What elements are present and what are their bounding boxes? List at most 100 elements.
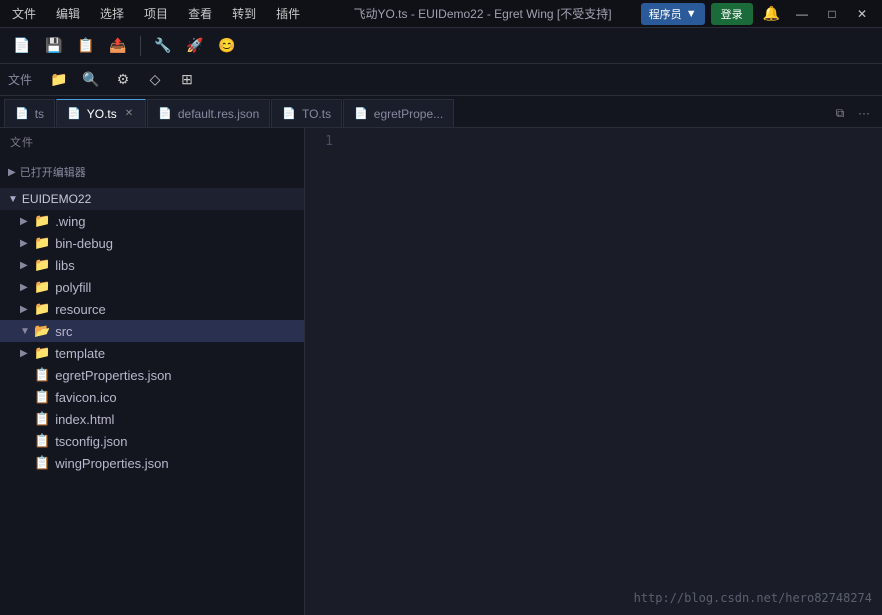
- editor-area: 1 http://blog.csdn.net/hero82748274: [305, 128, 882, 615]
- close-button[interactable]: ✕: [850, 4, 874, 24]
- tsconfig-label: tsconfig.json: [55, 434, 127, 449]
- menu-file[interactable]: 文件: [8, 3, 40, 24]
- tab-egret-prop-icon: 📄: [354, 107, 368, 120]
- new-folder-btn[interactable]: 📁: [46, 67, 72, 93]
- menu-select[interactable]: 选择: [96, 3, 128, 24]
- tree-item-libs[interactable]: ▶ 📁 libs: [0, 254, 304, 276]
- line-numbers: 1: [305, 132, 341, 611]
- tree-item-index-html[interactable]: 📋 index.html: [0, 408, 304, 430]
- open-editors-arrow: ▶: [8, 167, 16, 178]
- wing-label: .wing: [55, 214, 85, 229]
- menu-project[interactable]: 项目: [140, 3, 172, 24]
- program-button[interactable]: 程序员 ▼: [641, 3, 705, 25]
- template-folder-icon: 📁: [34, 345, 50, 361]
- tab-yo-ts-close[interactable]: ✕: [123, 107, 135, 120]
- main-content: 文件 ▶ 已打开编辑器 ▼ EUIDEMO22 ▶ 📁 .wing ▶ �: [0, 128, 882, 615]
- tab-to-ts[interactable]: 📄 TO.ts: [271, 99, 342, 127]
- toolbar-copy[interactable]: 📋: [72, 32, 100, 60]
- window-title: 飞动YO.ts - EUIDemo22 - Egret Wing [不受支持]: [324, 5, 640, 22]
- sidebar: 文件 ▶ 已打开编辑器 ▼ EUIDEMO22 ▶ 📁 .wing ▶ �: [0, 128, 305, 615]
- wing-properties-icon: 📋: [34, 455, 50, 471]
- diamond-btn[interactable]: ◇: [142, 67, 168, 93]
- title-bar-menu: 文件 编辑 选择 项目 查看 转到 插件: [8, 3, 324, 24]
- tree-item-egret-properties[interactable]: 📋 egretProperties.json: [0, 364, 304, 386]
- src-label: src: [55, 324, 72, 339]
- minimize-button[interactable]: —: [790, 4, 814, 24]
- login-button[interactable]: 登录: [711, 3, 753, 25]
- toolbar-upload[interactable]: 📤: [104, 32, 132, 60]
- code-editor[interactable]: [341, 132, 882, 611]
- project-name: EUIDEMO22: [22, 192, 91, 206]
- polyfill-label: polyfill: [55, 280, 91, 295]
- resource-arrow: ▶: [20, 304, 30, 315]
- title-bar: 文件 编辑 选择 项目 查看 转到 插件 飞动YO.ts - EUIDemo22…: [0, 0, 882, 28]
- tree-item-wing[interactable]: ▶ 📁 .wing: [0, 210, 304, 232]
- tree-item-tsconfig[interactable]: 📋 tsconfig.json: [0, 430, 304, 452]
- resource-folder-icon: 📁: [34, 301, 50, 317]
- tree-item-polyfill[interactable]: ▶ 📁 polyfill: [0, 276, 304, 298]
- tab-yo-ts[interactable]: 📄 YO.ts ✕: [56, 99, 146, 127]
- libs-arrow: ▶: [20, 260, 30, 271]
- tab-to-ts-icon: 📄: [282, 107, 296, 120]
- wing-properties-label: wingProperties.json: [55, 456, 168, 471]
- egret-properties-label: egretProperties.json: [55, 368, 171, 383]
- toolbar-run[interactable]: 🚀: [181, 32, 209, 60]
- line-number-1: 1: [305, 132, 333, 152]
- tab-ts-partial-label: ts: [35, 107, 44, 121]
- toolbar-separator-1: [140, 36, 141, 56]
- tab-default-res[interactable]: 📄 default.res.json: [147, 99, 270, 127]
- toolbar-save[interactable]: 💾: [40, 32, 68, 60]
- index-html-icon: 📋: [34, 411, 50, 427]
- menu-goto[interactable]: 转到: [228, 3, 260, 24]
- polyfill-arrow: ▶: [20, 282, 30, 293]
- file-panel-toolbar: 文件 📁 🔍 ⚙ ◇ ⊞: [0, 64, 882, 96]
- open-editors-label: 已打开编辑器: [20, 164, 86, 180]
- menu-view[interactable]: 查看: [184, 3, 216, 24]
- toolbar-settings[interactable]: 🔧: [149, 32, 177, 60]
- main-toolbar: 📄 💾 📋 📤 🔧 🚀 😊: [0, 28, 882, 64]
- tree-item-favicon[interactable]: 📋 favicon.ico: [0, 386, 304, 408]
- more-tabs-btn[interactable]: ···: [854, 103, 874, 123]
- tabs-bar: 📄 ts 📄 YO.ts ✕ 📄 default.res.json 📄 TO.t…: [0, 96, 882, 128]
- tree-item-src[interactable]: ▼ 📂 src: [0, 320, 304, 342]
- tree-item-template[interactable]: ▶ 📁 template: [0, 342, 304, 364]
- open-editors-section: ▶ 已打开编辑器: [0, 156, 304, 188]
- tree-item-resource[interactable]: ▶ 📁 resource: [0, 298, 304, 320]
- split-editor-btn[interactable]: ⧉: [830, 103, 850, 123]
- template-arrow: ▶: [20, 348, 30, 359]
- tab-default-res-icon: 📄: [158, 107, 172, 120]
- maximize-button[interactable]: □: [820, 4, 844, 24]
- src-folder-icon: 📂: [34, 323, 50, 339]
- tree-item-wing-properties[interactable]: 📋 wingProperties.json: [0, 452, 304, 474]
- toolbar-new-file[interactable]: 📄: [8, 32, 36, 60]
- wing-arrow: ▶: [20, 216, 30, 227]
- notification-icon[interactable]: 🔔: [759, 3, 784, 24]
- editor-content: 1: [305, 128, 882, 615]
- grid-btn[interactable]: ⊞: [174, 67, 200, 93]
- tree-item-bin-debug[interactable]: ▶ 📁 bin-debug: [0, 232, 304, 254]
- tab-actions: ⧉ ···: [830, 103, 874, 123]
- search-btn[interactable]: 🔍: [78, 67, 104, 93]
- tab-yo-ts-label: YO.ts: [87, 107, 117, 121]
- file-tree: ▶ 📁 .wing ▶ 📁 bin-debug ▶ 📁 libs ▶ 📁 pol…: [0, 210, 304, 474]
- tab-default-res-label: default.res.json: [178, 107, 259, 121]
- tab-ts-partial[interactable]: 📄 ts: [4, 99, 55, 127]
- index-html-label: index.html: [55, 412, 114, 427]
- toolbar-emoji[interactable]: 😊: [213, 32, 241, 60]
- menu-edit[interactable]: 编辑: [52, 3, 84, 24]
- open-editors-toggle[interactable]: ▶ 已打开编辑器: [0, 160, 304, 184]
- settings-btn-2[interactable]: ⚙: [110, 67, 136, 93]
- menu-plugin[interactable]: 插件: [272, 3, 304, 24]
- template-label: template: [55, 346, 105, 361]
- favicon-icon: 📋: [34, 389, 50, 405]
- libs-label: libs: [55, 258, 75, 273]
- tab-egret-prop[interactable]: 📄 egretPrope...: [343, 99, 454, 127]
- bin-debug-arrow: ▶: [20, 238, 30, 249]
- src-arrow: ▼: [20, 326, 30, 337]
- bin-debug-folder-icon: 📁: [34, 235, 50, 251]
- polyfill-folder-icon: 📁: [34, 279, 50, 295]
- bin-debug-label: bin-debug: [55, 236, 113, 251]
- egret-properties-icon: 📋: [34, 367, 50, 383]
- libs-folder-icon: 📁: [34, 257, 50, 273]
- project-header[interactable]: ▼ EUIDEMO22: [0, 188, 304, 210]
